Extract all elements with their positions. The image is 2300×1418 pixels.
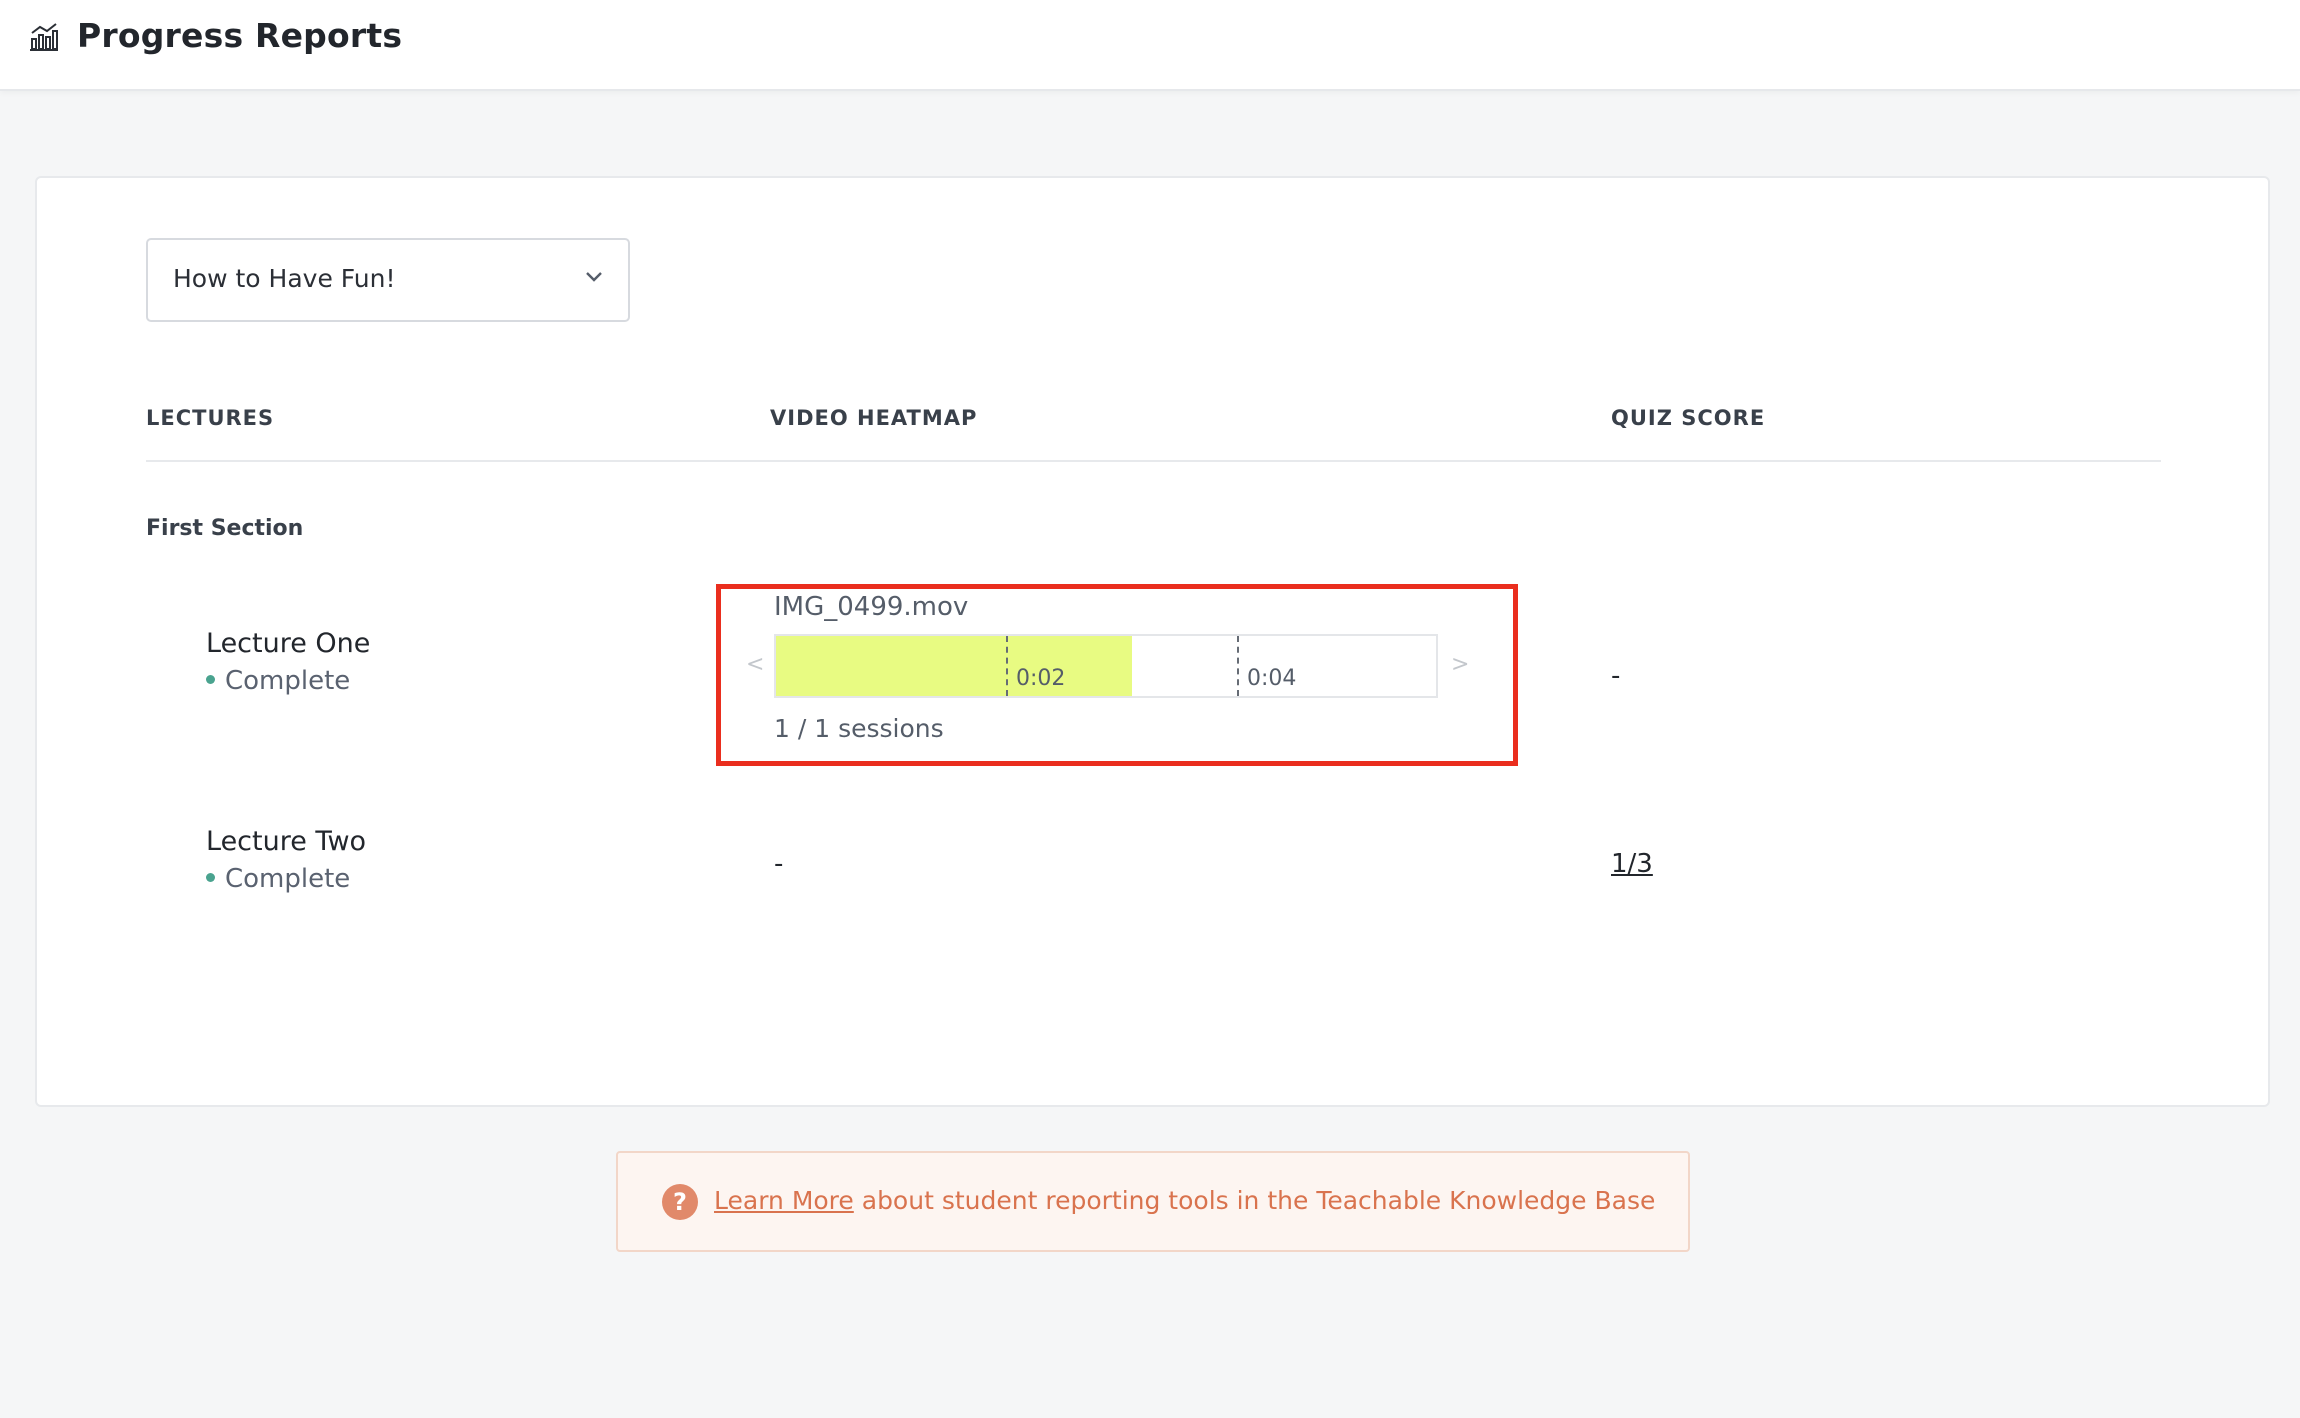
top-bar: Progress Reports xyxy=(0,0,2300,91)
heatmap-tick-label: 0:04 xyxy=(1247,666,1297,691)
bar-chart-icon xyxy=(30,23,58,51)
header-divider xyxy=(146,460,2161,462)
knowledge-base-banner: ? Learn More about student reporting too… xyxy=(616,1151,1690,1252)
heatmap-watched-fill xyxy=(776,636,1133,696)
quiz-score-link[interactable]: 1/3 xyxy=(1611,849,1653,879)
status-text: Complete xyxy=(225,864,351,894)
column-header-video-heatmap: VIDEO HEATMAP xyxy=(770,406,978,430)
video-heatmap: 0:02 0:04 xyxy=(774,634,1438,698)
lecture-name: Lecture Two xyxy=(206,826,367,857)
lecture-status: Complete xyxy=(206,666,350,696)
heatmap-tick xyxy=(1237,636,1239,696)
heatmap-tick-label: 0:02 xyxy=(1016,666,1066,691)
quiz-score-value: - xyxy=(1611,661,1621,691)
section-title: First Section xyxy=(146,516,304,541)
banner-text: about student reporting tools in the Tea… xyxy=(853,1186,1656,1215)
course-select-value: How to Have Fun! xyxy=(173,264,396,293)
lecture-status: Complete xyxy=(206,864,350,894)
learn-more-link[interactable]: Learn More xyxy=(714,1186,854,1215)
chevron-down-icon xyxy=(586,272,602,282)
course-select[interactable]: How to Have Fun! xyxy=(146,238,630,322)
status-text: Complete xyxy=(225,666,351,696)
column-header-lectures: LECTURES xyxy=(146,406,275,430)
video-heatmap-empty: - xyxy=(774,849,784,879)
heatmap-tick xyxy=(1006,636,1008,696)
video-file-name: IMG_0499.mov xyxy=(774,592,969,622)
heatmap-next-arrow[interactable]: > xyxy=(1451,652,1469,677)
banner-message: Learn More about student reporting tools… xyxy=(714,1186,1655,1215)
question-icon: ? xyxy=(662,1184,698,1220)
column-header-quiz-score: QUIZ SCORE xyxy=(1611,406,1766,430)
status-dot xyxy=(206,873,215,882)
page-title: Progress Reports xyxy=(77,16,403,55)
heatmap-prev-arrow[interactable]: < xyxy=(746,652,764,677)
lecture-name: Lecture One xyxy=(206,628,371,659)
video-sessions: 1 / 1 sessions xyxy=(774,714,944,743)
status-dot xyxy=(206,675,215,684)
